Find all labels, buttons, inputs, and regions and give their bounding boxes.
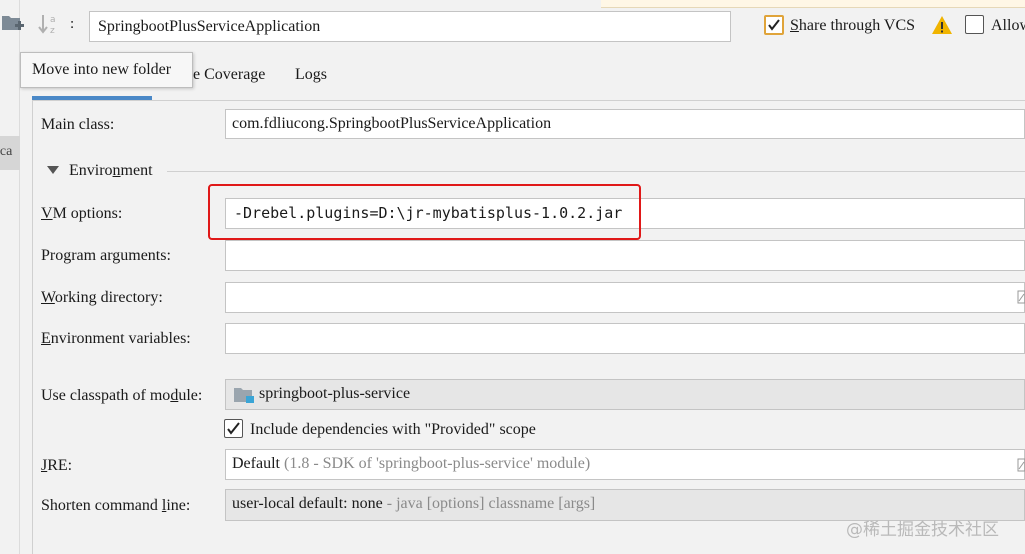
expand-field-icon[interactable] xyxy=(1017,290,1025,304)
name-colon: : xyxy=(70,16,75,32)
classpath-module-label: Use classpath of module: xyxy=(41,387,203,404)
working-directory-label: Working directory: xyxy=(41,289,163,306)
section-divider xyxy=(167,171,1025,172)
config-name-input[interactable]: SpringbootPlusServiceApplication xyxy=(89,11,731,42)
include-provided-label[interactable]: Include dependencies with "Provided" sco… xyxy=(250,421,536,439)
collapse-triangle-icon[interactable] xyxy=(47,166,59,174)
program-arguments-field[interactable] xyxy=(225,240,1025,271)
module-folder-icon xyxy=(234,386,256,404)
new-folder-icon[interactable] xyxy=(0,10,26,36)
share-vcs-checkbox[interactable] xyxy=(764,15,784,35)
environment-variables-field[interactable] xyxy=(225,323,1025,354)
vm-options-label: VM options: xyxy=(41,205,123,222)
watermark: @稀土掘金技术社区 xyxy=(846,520,999,540)
include-provided-checkbox[interactable] xyxy=(224,419,243,438)
jre-field[interactable]: Default (1.8 - SDK of 'springboot-plus-s… xyxy=(225,449,1025,480)
program-arguments-label: Program arguments: xyxy=(41,247,171,264)
working-directory-field[interactable] xyxy=(225,282,1025,313)
svg-text:z: z xyxy=(50,26,55,36)
left-pane xyxy=(0,0,20,554)
jre-label: JRE: xyxy=(41,457,73,474)
top-right-strip xyxy=(601,0,1025,8)
environment-section-label[interactable]: Environment xyxy=(69,162,153,180)
main-class-label: Main class: xyxy=(41,116,115,133)
main-class-field[interactable]: com.fdliucong.SpringbootPlusServiceAppli… xyxy=(225,109,1025,139)
warning-icon xyxy=(931,15,953,40)
share-vcs-label[interactable]: Share through VCS xyxy=(790,17,915,35)
tab-logs[interactable]: Logs xyxy=(295,66,327,84)
environment-variables-label: Environment variables: xyxy=(41,330,191,347)
allow-parallel-label[interactable]: Allow xyxy=(991,17,1025,35)
classpath-module-select[interactable]: springboot-plus-service xyxy=(225,379,1025,410)
browse-jre-icon[interactable] xyxy=(1017,458,1025,472)
sort-alpha-icon[interactable]: a z xyxy=(38,12,62,36)
left-config-tab[interactable]: ica xyxy=(0,136,20,170)
tab-coverage[interactable]: e Coverage xyxy=(193,66,265,84)
shorten-command-line-label: Shorten command line: xyxy=(41,497,191,514)
highlight-annotation xyxy=(208,184,641,240)
allow-parallel-checkbox[interactable] xyxy=(965,15,984,34)
tooltip: Move into new folder xyxy=(20,52,193,88)
svg-text:a: a xyxy=(50,15,56,25)
